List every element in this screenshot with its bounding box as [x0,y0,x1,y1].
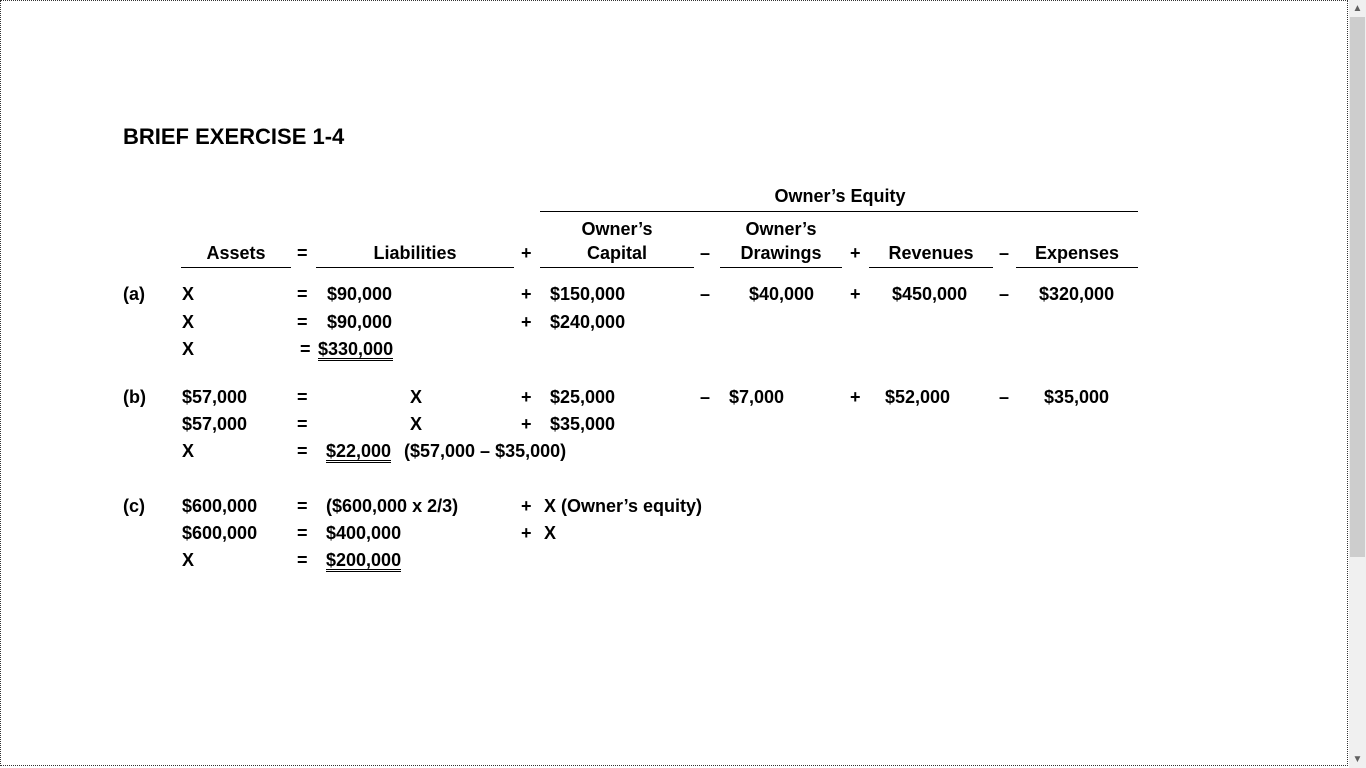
a-r3-eq: = [300,339,311,359]
b-r1-eq: = [297,387,308,407]
assets-rule [181,267,291,268]
header-plus-2: + [850,243,861,263]
a-r2-plus: + [521,312,532,332]
drawings-heading-line2: Drawings [740,243,822,263]
b-r1-capital: $25,000 [550,387,616,407]
capital-heading-line2: Capital [586,243,647,263]
scroll-up-arrow-icon[interactable]: ▲ [1349,0,1366,17]
scroll-down-arrow-icon[interactable]: ▼ [1349,751,1366,768]
b-r1-plus2: + [850,387,861,407]
a-answer: $330,000 [318,339,394,361]
c-r3-assets: X [182,550,195,570]
b-r2-assets: $57,000 [182,414,248,434]
liabilities-heading: Liabilities [373,243,457,263]
b-r1-minus2: – [999,387,1010,407]
a-r1-plus: + [521,284,532,304]
vertical-scrollbar[interactable]: ▲ ▼ [1349,0,1366,768]
c-r3-eq: = [297,550,308,570]
b-r2-capital: $35,000 [550,414,616,434]
header-minus-1: – [700,243,711,263]
c-r2-plus: + [521,523,532,543]
capital-rule [540,267,694,268]
document-frame [0,0,1348,766]
b-r3-eq: = [297,441,308,461]
liabilities-rule [316,267,514,268]
c-r3-total: $200,000 [326,550,402,572]
c-r1-eq: = [297,496,308,516]
a-r1-minus1: – [700,284,711,304]
part-b-label: (b) [123,387,146,407]
a-r1-assets: X [182,284,195,304]
c-r1-plus: + [521,496,532,516]
b-r2-liab: X [410,414,423,434]
revenues-rule [869,267,993,268]
owners-equity-rule [540,211,1138,212]
part-a-label: (a) [123,284,145,304]
b-r2-plus: + [521,414,532,434]
b-r1-expenses: $35,000 [1044,387,1110,407]
scrollbar-thumb[interactable] [1350,17,1365,557]
part-c-label: (c) [123,496,145,516]
a-r1-plus2: + [850,284,861,304]
a-r1-minus2: – [999,284,1010,304]
a-r1-drawings: $40,000 [749,284,815,304]
a-r3-assets: X [182,339,195,359]
revenues-heading: Revenues [888,243,974,263]
a-r2-assets: X [182,312,195,332]
a-r1-eq: = [297,284,308,304]
b-r1-plus: + [521,387,532,407]
drawings-heading-line1: Owner’s [745,219,817,239]
capital-heading-line1: Owner’s [581,219,653,239]
expenses-heading: Expenses [1034,243,1120,263]
b-answer: $22,000 [326,441,392,463]
c-answer: $200,000 [326,550,402,572]
a-r1-expenses: $320,000 [1039,284,1115,304]
c-r1-equity: X (Owner’s equity) [544,496,703,516]
a-r2-liab: $90,000 [327,312,393,332]
page-title: BRIEF EXERCISE 1-4 [123,124,345,149]
a-r2-eq: = [297,312,308,332]
c-r2-equity: X [544,523,557,543]
a-r2-capital: $240,000 [550,312,626,332]
c-r1-liab: ($600,000 x 2/3) [326,496,459,516]
a-r1-capital: $150,000 [550,284,626,304]
a-r1-liab: $90,000 [327,284,393,304]
header-equals: = [297,243,308,263]
c-r2-assets: $600,000 [182,523,258,543]
header-minus-2: – [999,243,1010,263]
b-r3-assets: X [182,441,195,461]
b-r1-revenues: $52,000 [885,387,951,407]
b-r3-note: ($57,000 – $35,000) [404,441,567,461]
c-r2-liab: $400,000 [326,523,402,543]
assets-heading: Assets [206,243,266,263]
b-r2-eq: = [297,414,308,434]
a-r3-total: $330,000 [318,339,394,361]
c-r2-eq: = [297,523,308,543]
header-plus-1: + [521,243,532,263]
b-r1-minus1: – [700,387,711,407]
owners-equity-heading: Owner’s Equity [774,186,906,206]
b-r1-drawings: $7,000 [729,387,785,407]
b-r3-total: $22,000 [326,441,392,463]
expenses-rule [1016,267,1138,268]
a-r1-revenues: $450,000 [892,284,968,304]
b-r1-assets: $57,000 [182,387,248,407]
c-r1-assets: $600,000 [182,496,258,516]
b-r1-liab: X [410,387,423,407]
drawings-rule [720,267,842,268]
